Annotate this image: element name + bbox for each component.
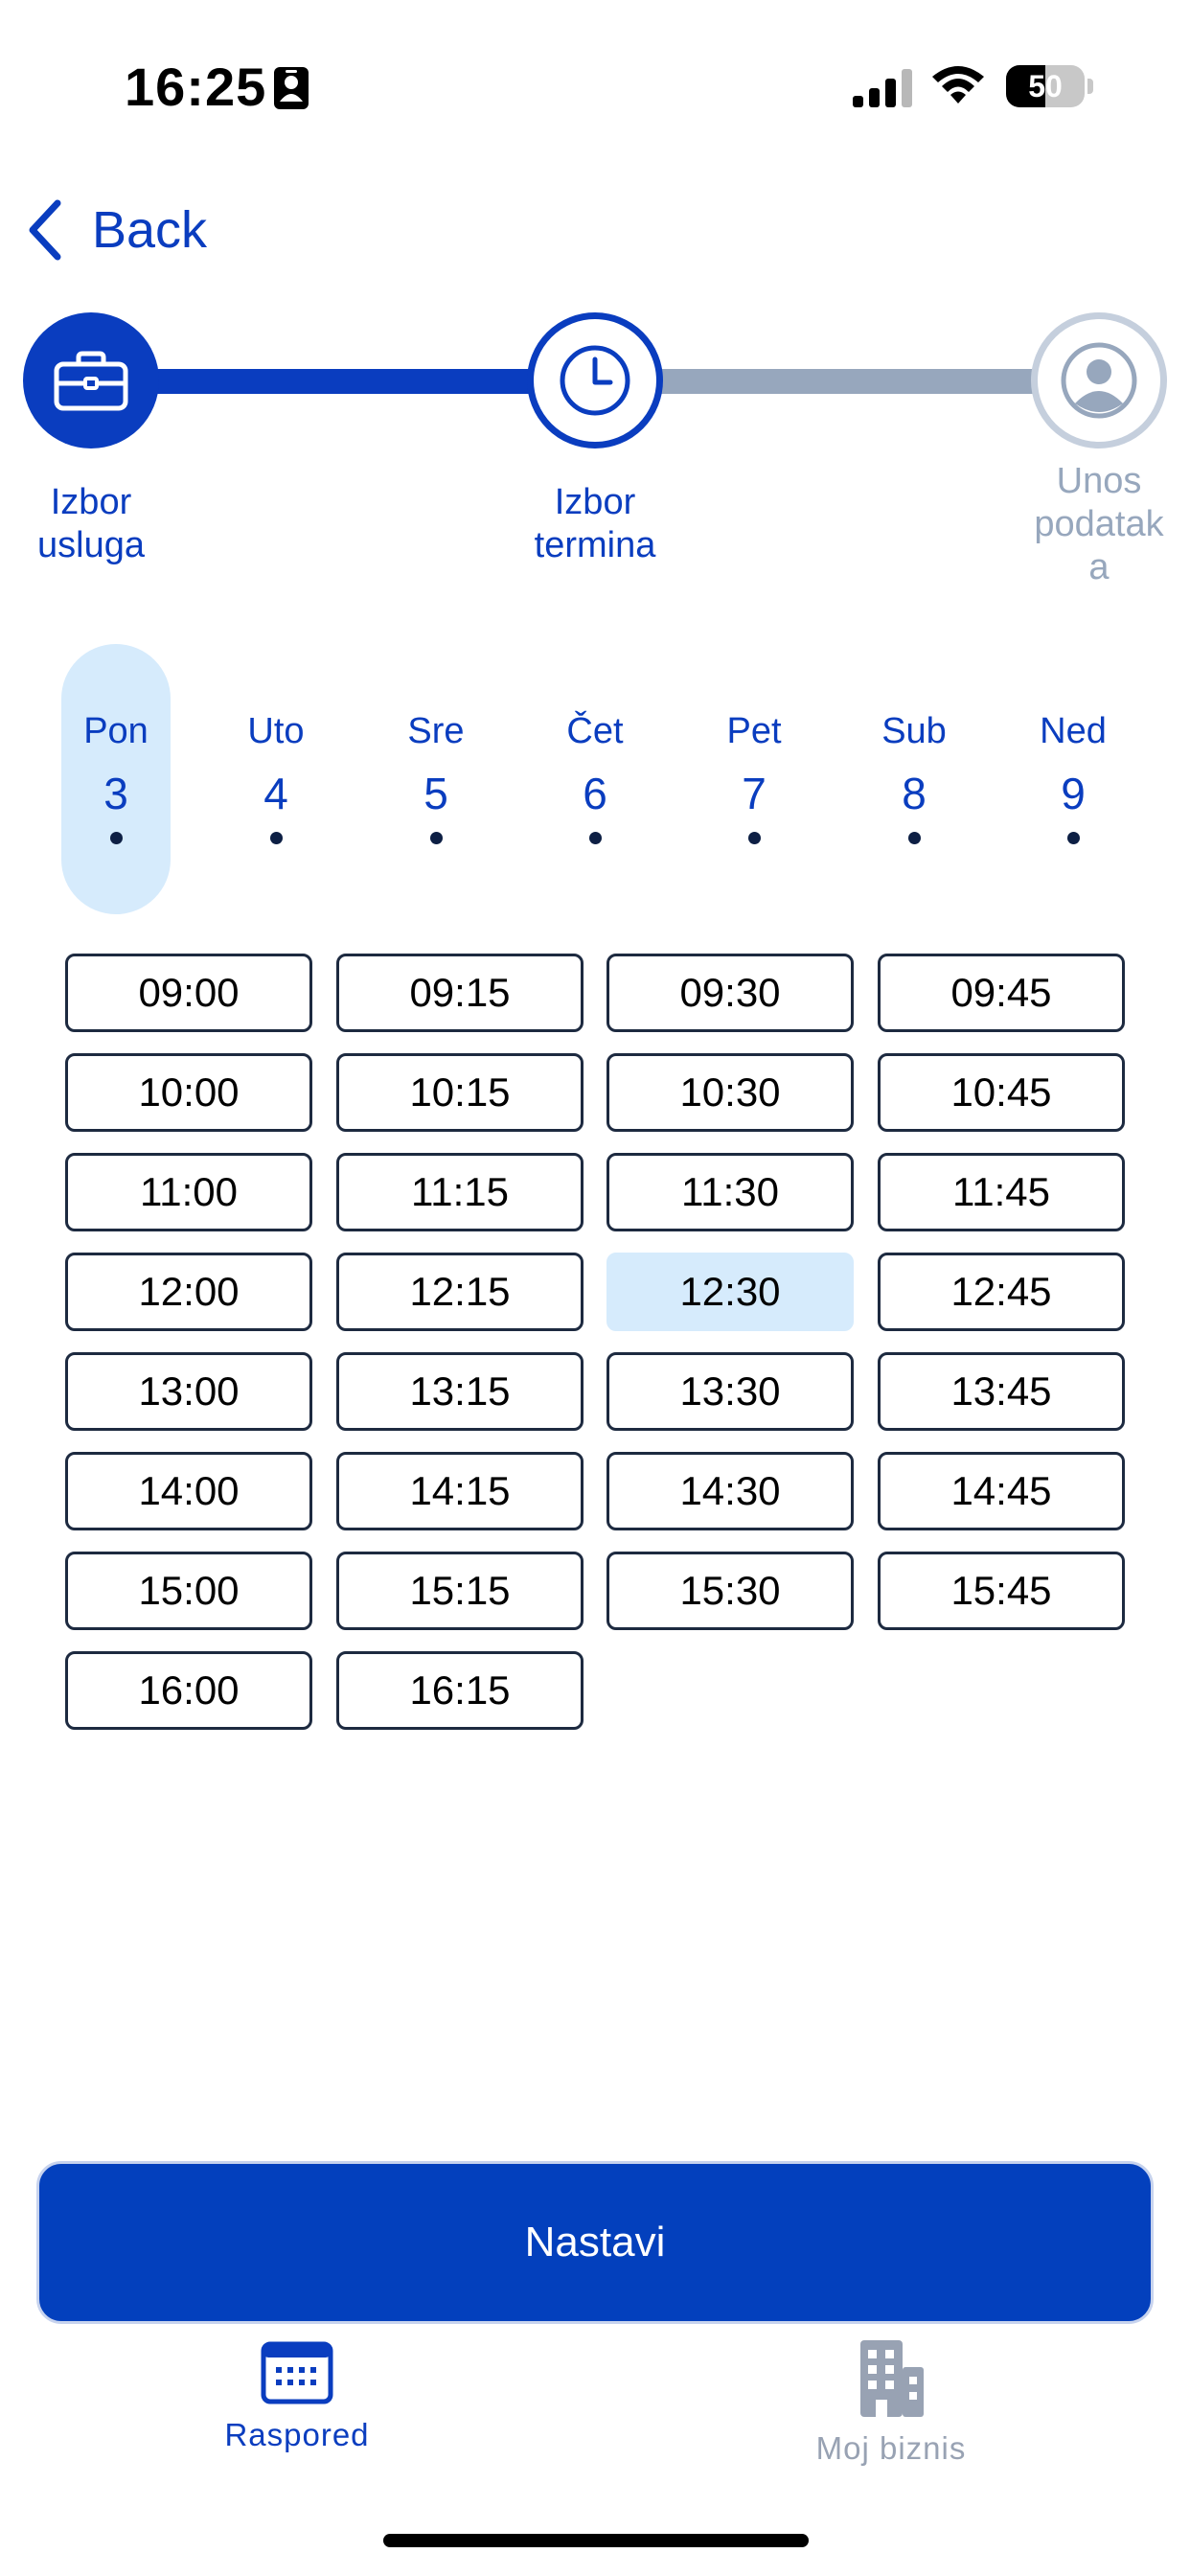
time-slot[interactable]: 11:15 bbox=[336, 1153, 584, 1231]
availability-dot bbox=[109, 832, 123, 844]
tab-raspored[interactable]: Raspored bbox=[153, 2338, 441, 2472]
time-slot[interactable]: 15:30 bbox=[606, 1552, 854, 1630]
time-slot[interactable]: 13:45 bbox=[878, 1352, 1125, 1431]
time-slot[interactable]: 11:00 bbox=[65, 1153, 312, 1231]
time-slot[interactable]: 16:00 bbox=[65, 1651, 312, 1730]
step-time-selection bbox=[527, 312, 663, 448]
time-slot[interactable]: 15:45 bbox=[878, 1552, 1125, 1630]
time-slot[interactable]: 10:30 bbox=[606, 1053, 854, 1132]
availability-dot bbox=[747, 832, 761, 844]
day-pon[interactable]: Pon 3 bbox=[49, 709, 183, 862]
availability-dot bbox=[907, 832, 921, 844]
calendar-icon bbox=[261, 2341, 333, 2404]
time-slot[interactable]: 14:15 bbox=[336, 1452, 584, 1530]
time-slot[interactable]: 14:30 bbox=[606, 1452, 854, 1530]
time-slot[interactable]: 15:00 bbox=[65, 1552, 312, 1630]
cellular-signal-icon bbox=[853, 69, 912, 107]
status-bar: 16:25 50 bbox=[0, 0, 1190, 172]
time-slot[interactable]: 13:30 bbox=[606, 1352, 854, 1431]
time-slot[interactable]: 12:15 bbox=[336, 1253, 584, 1331]
availability-dot bbox=[269, 832, 283, 844]
tab-label-raspored: Raspored bbox=[224, 2417, 370, 2452]
step-label-data: Unos podatak a bbox=[1034, 461, 1164, 587]
clock-icon bbox=[560, 345, 630, 416]
day-sre[interactable]: Sre 5 bbox=[369, 709, 503, 862]
tab-moj-biznis[interactable]: Moj biznis bbox=[747, 2338, 1035, 2472]
time-slot[interactable]: 11:30 bbox=[606, 1153, 854, 1231]
step-connector-completed bbox=[153, 369, 537, 394]
time-slot[interactable]: 09:45 bbox=[878, 954, 1125, 1032]
day-ned[interactable]: Ned 9 bbox=[1006, 709, 1140, 862]
wifi-icon bbox=[932, 66, 984, 104]
time-slot[interactable]: 14:00 bbox=[65, 1452, 312, 1530]
home-indicator bbox=[383, 2534, 809, 2547]
step-label-service: Izbor usluga bbox=[37, 482, 145, 565]
time-slot[interactable]: 11:45 bbox=[878, 1153, 1125, 1231]
time-slot[interactable]: 10:45 bbox=[878, 1053, 1125, 1132]
day-cet[interactable]: Čet 6 bbox=[528, 709, 662, 862]
step-connector-pending bbox=[656, 369, 1040, 394]
day-uto[interactable]: Uto 4 bbox=[209, 709, 343, 862]
time-slot[interactable]: 13:00 bbox=[65, 1352, 312, 1431]
time-slot[interactable]: 12:00 bbox=[65, 1253, 312, 1331]
time-slot[interactable]: 09:30 bbox=[606, 954, 854, 1032]
battery-icon: 50 bbox=[1006, 65, 1093, 107]
status-time: 16:25 bbox=[125, 57, 267, 117]
step-data-entry bbox=[1031, 312, 1167, 448]
time-slot[interactable]: 12:30 bbox=[606, 1253, 854, 1331]
booking-screen: 16:25 50 Back Izbor usluga Izbor termina… bbox=[0, 0, 1190, 2576]
time-slot[interactable]: 15:15 bbox=[336, 1552, 584, 1630]
availability-dot bbox=[1066, 832, 1080, 844]
contact-card-icon bbox=[274, 67, 309, 109]
time-slot[interactable]: 14:45 bbox=[878, 1452, 1125, 1530]
time-slot[interactable]: 10:15 bbox=[336, 1053, 584, 1132]
time-slot[interactable]: 09:00 bbox=[65, 954, 312, 1032]
briefcase-icon bbox=[54, 351, 128, 411]
availability-dot bbox=[588, 832, 602, 844]
back-label: Back bbox=[92, 201, 208, 259]
chevron-left-icon bbox=[29, 199, 61, 261]
user-icon bbox=[1061, 342, 1137, 419]
continue-button[interactable]: Nastavi bbox=[36, 2161, 1154, 2324]
time-slot[interactable]: 12:45 bbox=[878, 1253, 1125, 1331]
building-icon bbox=[860, 2340, 924, 2417]
step-service-selection bbox=[23, 312, 159, 448]
time-slot[interactable]: 13:15 bbox=[336, 1352, 584, 1431]
back-button[interactable]: Back bbox=[25, 192, 207, 268]
time-slot[interactable]: 10:00 bbox=[65, 1053, 312, 1132]
day-sub[interactable]: Sub 8 bbox=[847, 709, 981, 862]
time-slot[interactable]: 09:15 bbox=[336, 954, 584, 1032]
availability-dot bbox=[429, 832, 443, 844]
day-pet[interactable]: Pet 7 bbox=[687, 709, 821, 862]
time-slot[interactable]: 16:15 bbox=[336, 1651, 584, 1730]
battery-percent: 50 bbox=[1028, 69, 1063, 104]
tab-label-moj-biznis: Moj biznis bbox=[815, 2430, 967, 2466]
step-label-time: Izbor termina bbox=[534, 482, 656, 565]
